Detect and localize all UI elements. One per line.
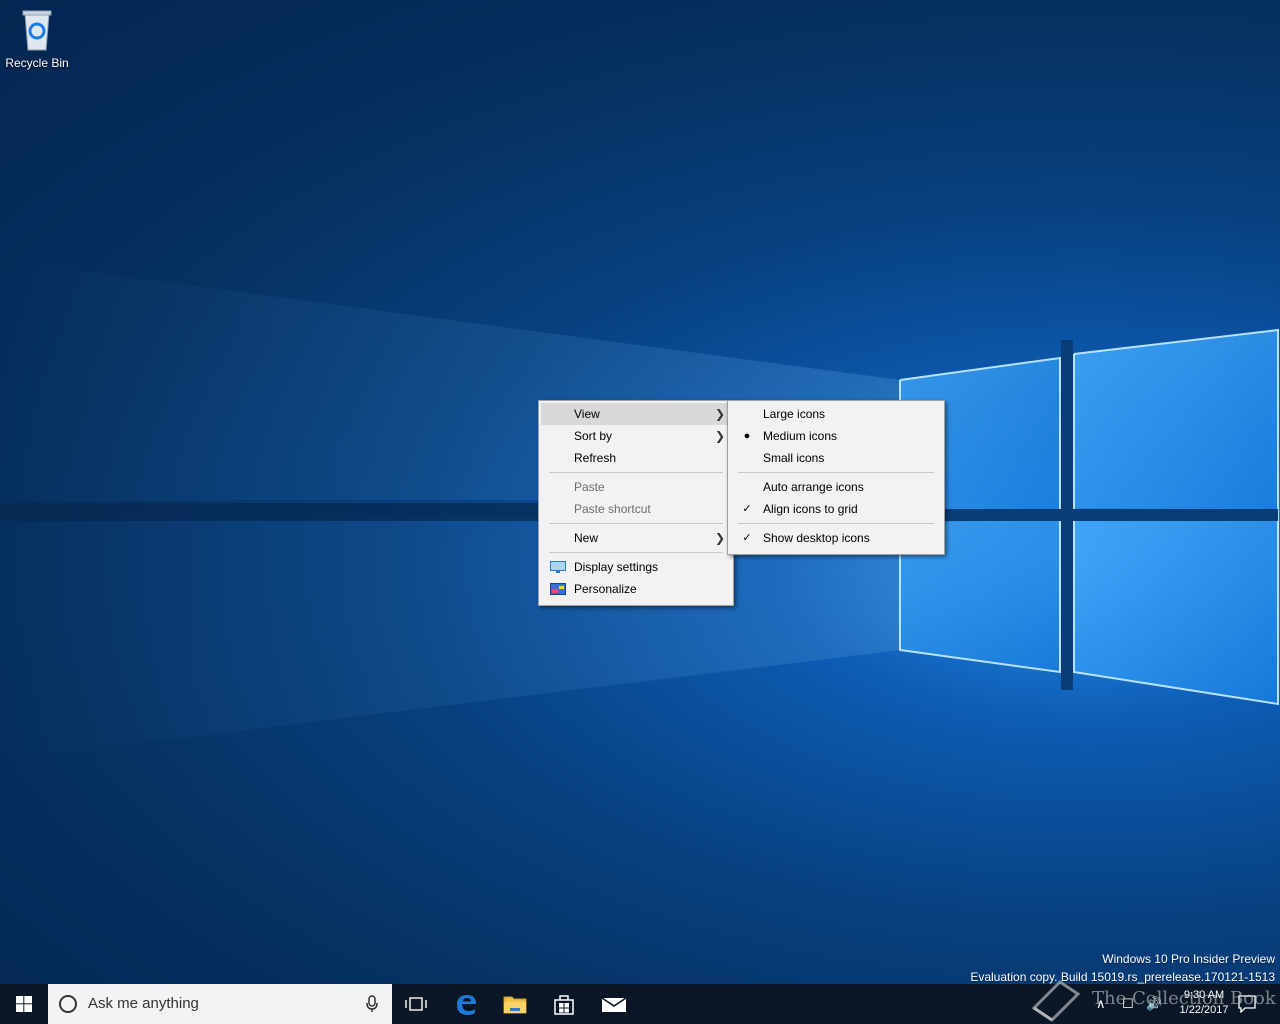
checkmark-icon: ✓ (742, 532, 752, 544)
menu-separator (549, 523, 723, 524)
menu-item-label: Small icons (763, 451, 825, 465)
chevron-right-icon: ❯ (714, 531, 725, 545)
task-view-icon (405, 997, 427, 1011)
menu-item-sort-by[interactable]: Sort by ❯ (541, 425, 731, 447)
submenu-item-small-icons[interactable]: Small icons (730, 447, 942, 469)
file-explorer-taskbar-button[interactable] (491, 984, 539, 1024)
submenu-item-auto-arrange[interactable]: Auto arrange icons (730, 476, 942, 498)
cortana-icon (59, 995, 77, 1013)
menu-separator (738, 523, 934, 524)
menu-item-label: Sort by (574, 429, 613, 443)
edge-icon (457, 995, 476, 1015)
cortana-search-box[interactable]: Ask me anything (48, 984, 392, 1024)
menu-item-paste-shortcut[interactable]: Paste shortcut (541, 498, 731, 520)
desktop-context-menu: View ❯ Sort by ❯ Refresh Paste Paste sho… (538, 400, 734, 606)
menu-item-label: Refresh (574, 451, 617, 465)
submenu-item-show-desktop-icons[interactable]: ✓ Show desktop icons (730, 527, 942, 549)
menu-item-display-settings[interactable]: Display settings (541, 556, 731, 578)
submenu-item-medium-icons[interactable]: ● Medium icons (730, 425, 942, 447)
task-view-button[interactable] (392, 984, 440, 1024)
search-placeholder: Ask me anything (88, 995, 199, 1012)
menu-item-new[interactable]: New ❯ (541, 527, 731, 549)
chevron-right-icon: ❯ (714, 407, 725, 421)
recycle-bin-icon (22, 10, 52, 51)
menu-separator (549, 472, 723, 473)
microphone-icon[interactable] (366, 995, 378, 1013)
watermark-edition: Windows 10 Pro Insider Preview (1102, 952, 1275, 966)
menu-item-label: Show desktop icons (763, 531, 870, 545)
submenu-item-align-to-grid[interactable]: ✓ Align icons to grid (730, 498, 942, 520)
menu-item-label: New (574, 531, 599, 545)
menu-item-paste[interactable]: Paste (541, 476, 731, 498)
menu-item-label: Medium icons (763, 429, 838, 443)
chevron-right-icon: ❯ (714, 429, 725, 443)
menu-item-label: Display settings (574, 560, 659, 574)
store-icon (554, 995, 574, 1015)
mail-taskbar-button[interactable] (590, 984, 638, 1024)
display-icon (550, 561, 566, 573)
mail-icon (601, 997, 627, 1012)
taskbar: Ask me anything ∧ ☐ 🔊 9:30 AM 1/22/2017 (0, 984, 1280, 1024)
menu-item-label: View (574, 407, 600, 421)
windows-logo-icon (16, 996, 32, 1012)
menu-item-label: Large icons (763, 407, 826, 421)
menu-item-label: Align icons to grid (763, 502, 858, 516)
view-submenu: Large icons ● Medium icons Small icons A… (727, 400, 945, 555)
menu-item-label: Personalize (574, 582, 637, 596)
personalize-icon (550, 583, 566, 595)
recycle-bin-label: Recycle Bin (5, 56, 69, 70)
submenu-item-large-icons[interactable]: Large icons (730, 403, 942, 425)
menu-separator (549, 552, 723, 553)
file-explorer-icon (503, 996, 527, 1014)
overlay-brand-text: The Collection Book (1092, 988, 1276, 1009)
menu-item-personalize[interactable]: Personalize (541, 578, 731, 600)
menu-item-label: Paste (574, 480, 605, 494)
book-logo-icon (1031, 980, 1081, 1022)
menu-separator (738, 472, 934, 473)
menu-item-label: Paste shortcut (574, 502, 651, 516)
menu-item-view[interactable]: View ❯ (541, 403, 731, 425)
recycle-bin-shortcut[interactable]: Recycle Bin (4, 6, 70, 70)
radio-dot-icon: ● (743, 430, 751, 442)
evaluation-watermark: Windows 10 Pro Insider Preview Evaluatio… (970, 950, 1275, 986)
checkmark-icon: ✓ (742, 503, 752, 515)
start-button[interactable] (0, 984, 48, 1024)
store-taskbar-button[interactable] (540, 984, 588, 1024)
menu-item-label: Auto arrange icons (763, 480, 864, 494)
menu-item-refresh[interactable]: Refresh (541, 447, 731, 469)
edge-taskbar-button[interactable] (442, 984, 490, 1024)
